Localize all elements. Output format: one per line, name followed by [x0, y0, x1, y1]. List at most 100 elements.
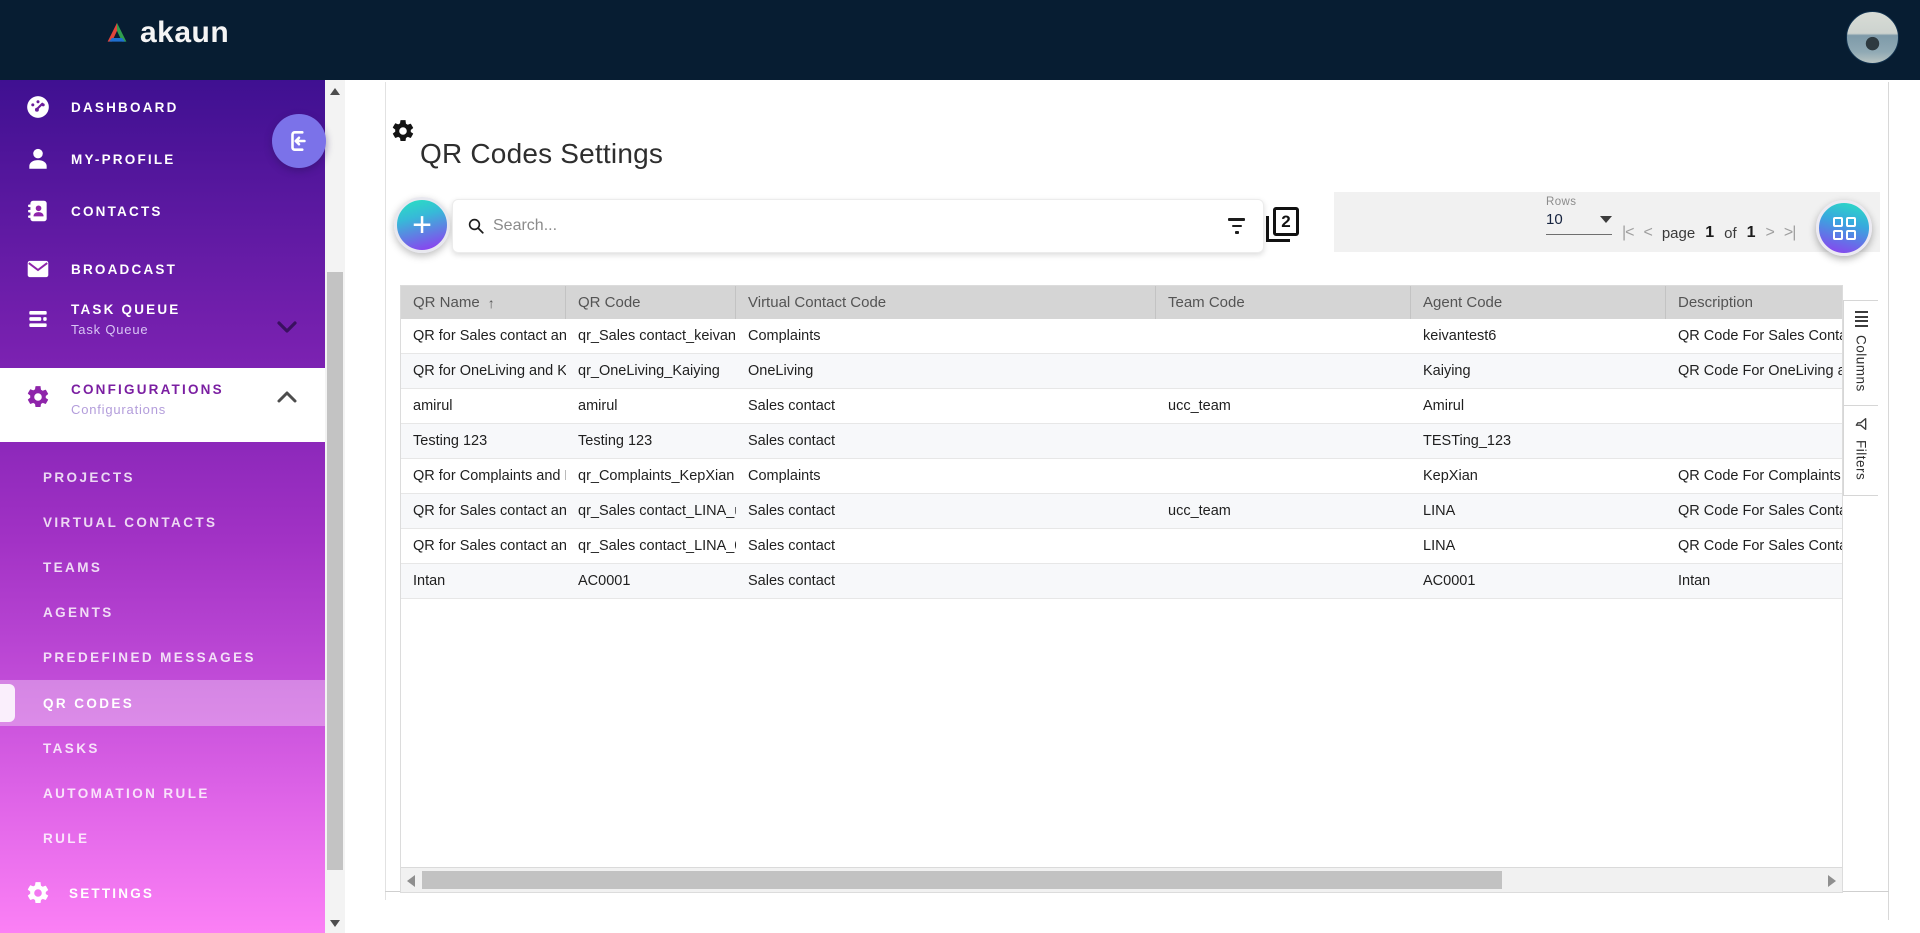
sidebar-subitem-virtual-contacts[interactable]: VIRTUAL CONTACTS: [0, 500, 325, 545]
sidebar-item-label: CONFIGURATIONS: [71, 382, 224, 397]
cell-qr_name: Intan: [401, 573, 566, 589]
columns-tab[interactable]: Columns: [1844, 301, 1878, 406]
cell-virtual_contact_code: Complaints: [736, 468, 1156, 484]
chevron-down-icon[interactable]: [276, 320, 298, 334]
logout-button[interactable]: [272, 114, 326, 168]
column-header-description[interactable]: Description: [1666, 286, 1842, 319]
contacts-icon: [25, 198, 51, 224]
search-input[interactable]: [493, 217, 1216, 235]
sidebar-item-label: MY-PROFILE: [71, 152, 176, 167]
column-header-qr_name[interactable]: QR Name↑: [401, 286, 566, 319]
filters-tab-label: Filters: [1854, 440, 1869, 480]
sidebar-item-label: SETTINGS: [69, 886, 154, 901]
table-row[interactable]: QR for OneLiving and Kaiyingqr_OneLiving…: [401, 354, 1842, 389]
sidebar-subitem-tasks[interactable]: TASKS: [0, 726, 325, 771]
rows-label: Rows: [1546, 196, 1612, 208]
current-page: 1: [1705, 224, 1714, 242]
next-page-button[interactable]: >: [1766, 224, 1774, 242]
scroll-left-icon[interactable]: [407, 875, 415, 887]
sort-ascending-icon[interactable]: ↑: [488, 295, 495, 311]
table-row[interactable]: IntanAC0001Sales contactAC0001Intan: [401, 564, 1842, 599]
column-header-team_code[interactable]: Team Code: [1156, 286, 1411, 319]
table-row[interactable]: QR for Sales contact and LINA (...qr_Sal…: [401, 494, 1842, 529]
sidebar-subitem-agents[interactable]: AGENTS: [0, 590, 325, 635]
cell-virtual_contact_code: OneLiving: [736, 363, 1156, 379]
sidebar-subitem-teams[interactable]: TEAMS: [0, 545, 325, 590]
topbar: akaun: [0, 0, 1920, 80]
prev-page-button[interactable]: <: [1644, 224, 1652, 242]
cell-qr_code: AC0001: [566, 573, 736, 589]
table-body: QR for Sales contact and keiva...qr_Sale…: [401, 319, 1842, 599]
pagination: |< < page 1 of 1 > >|: [1622, 224, 1795, 242]
chevron-up-icon[interactable]: [276, 390, 298, 404]
app-logo[interactable]: akaun: [104, 16, 229, 50]
cell-qr_name: QR for Sales contact and LINA (...: [401, 503, 566, 519]
sidebar-subitem-projects[interactable]: PROJECTS: [0, 455, 325, 500]
filters-tab[interactable]: Filters: [1844, 406, 1878, 494]
column-header-virtual_contact_code[interactable]: Virtual Contact Code: [736, 286, 1156, 319]
cell-team_code: ucc_team: [1156, 503, 1411, 519]
sidebar-subitem-predefined-messages[interactable]: PREDEFINED MESSAGES: [0, 635, 325, 680]
cell-virtual_contact_code: Sales contact: [736, 433, 1156, 449]
sidebar-item-broadcast[interactable]: BROADCAST: [0, 256, 325, 282]
filter-funnel-icon: [1853, 416, 1869, 432]
sidebar-item-dashboard[interactable]: DASHBOARD: [0, 94, 325, 120]
page-gear-icon: [390, 118, 416, 144]
columns-tab-label: Columns: [1854, 335, 1869, 392]
subitem-label: VIRTUAL CONTACTS: [43, 515, 217, 530]
cell-virtual_contact_code: Sales contact: [736, 503, 1156, 519]
cell-qr_code: Testing 123: [566, 433, 736, 449]
scroll-right-icon[interactable]: [1828, 875, 1836, 887]
grid-view-button[interactable]: [1816, 200, 1872, 256]
sidebar-subitem-rule[interactable]: RULE: [0, 816, 325, 861]
sidebar-scrollbar[interactable]: [325, 80, 345, 933]
horizontal-scrollbar[interactable]: [401, 867, 1842, 892]
cell-agent_code: Kaiying: [1411, 363, 1666, 379]
configurations-gears-icon: [25, 384, 51, 410]
task-queue-icon: [25, 306, 51, 332]
table-row[interactable]: QR for Sales contact and keiva...qr_Sale…: [401, 319, 1842, 354]
column-header-qr_code[interactable]: QR Code: [566, 286, 736, 319]
qr-batch-icon[interactable]: 2: [1264, 206, 1300, 244]
scrollbar-thumb[interactable]: [327, 272, 343, 870]
table-row[interactable]: QR for Sales contact and LINA (...qr_Sal…: [401, 529, 1842, 564]
brand-name: akaun: [140, 16, 229, 50]
column-header-label: Agent Code: [1423, 294, 1502, 311]
qr-codes-table: QR Name↑QR CodeVirtual Contact Code Team …: [400, 285, 1843, 893]
configurations-submenu: PROJECTS VIRTUAL CONTACTS TEAMS AGENTS PREDE…: [0, 455, 325, 861]
subitem-label: AGENTS: [43, 605, 114, 620]
sidebar-item-configurations[interactable]: CONFIGURATIONS Configurations: [0, 368, 325, 442]
scroll-down-icon[interactable]: [330, 920, 340, 927]
person-icon: [25, 146, 51, 172]
sidebar-item-subtitle: Task Queue: [71, 322, 181, 337]
cell-qr_code: qr_OneLiving_Kaiying: [566, 363, 736, 379]
scrollbar-thumb[interactable]: [422, 871, 1502, 889]
sidebar-item-label: CONTACTS: [71, 204, 163, 219]
table-row[interactable]: QR for Complaints and KepXianqr_Complain…: [401, 459, 1842, 494]
sidebar-item-subtitle: Configurations: [71, 402, 224, 417]
rows-per-page-select[interactable]: Rows 10: [1546, 196, 1612, 235]
sidebar-item-label: BROADCAST: [71, 262, 177, 277]
filter-list-icon[interactable]: [1224, 214, 1249, 237]
sidebar-subitem-automation-rule[interactable]: AUTOMATION RULE: [0, 771, 325, 816]
sidebar-subitem-qr-codes[interactable]: QR CODES: [0, 680, 325, 726]
column-header-label: Team Code: [1168, 294, 1245, 311]
table-row[interactable]: Testing 123Testing 123Sales contactTESTi…: [401, 424, 1842, 459]
panel-left-border: [385, 82, 386, 900]
sidebar-item-settings[interactable]: SETTINGS: [0, 880, 325, 906]
sidebar: DASHBOARD MY-PROFILE CONTACTS BROADC: [0, 80, 325, 933]
subitem-label: TEAMS: [43, 560, 102, 575]
scroll-up-icon[interactable]: [330, 88, 340, 95]
user-avatar[interactable]: [1846, 11, 1899, 64]
add-qr-code-button[interactable]: +: [394, 197, 450, 253]
mail-icon: [25, 256, 51, 282]
table-row[interactable]: amirulamirulSales contactucc_teamAmirul: [401, 389, 1842, 424]
last-page-button[interactable]: >|: [1784, 224, 1796, 242]
subitem-label: RULE: [43, 831, 89, 846]
first-page-button[interactable]: |<: [1622, 224, 1634, 242]
column-header-agent_code[interactable]: Agent Code: [1411, 286, 1666, 319]
cell-qr_code: qr_Sales contact_keivantest6: [566, 328, 736, 344]
sidebar-item-contacts[interactable]: CONTACTS: [0, 198, 325, 224]
subitem-label: QR CODES: [43, 696, 134, 711]
panel-right-border: [1888, 82, 1889, 920]
